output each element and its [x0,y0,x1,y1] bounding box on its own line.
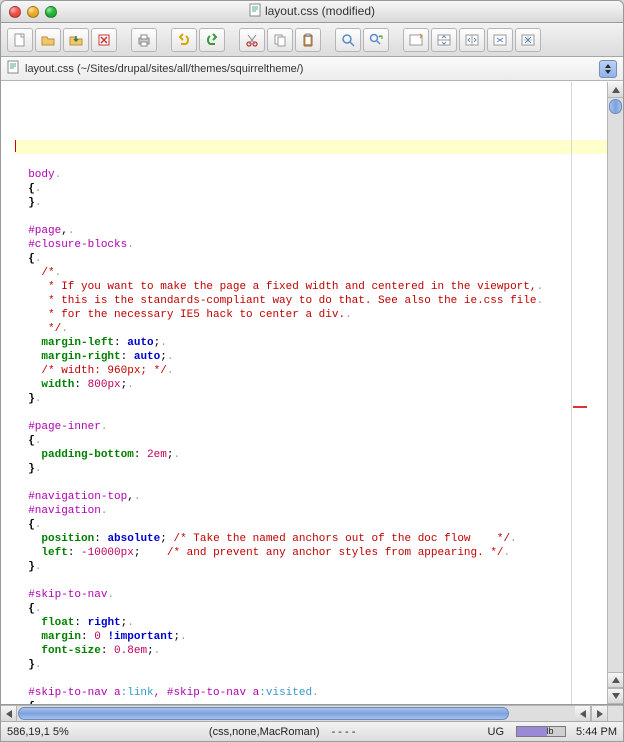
code-line[interactable] [15,476,607,490]
resize-corner[interactable] [607,706,623,721]
new-button[interactable] [7,28,33,52]
code-line[interactable]: * for the necessary IE5 hack to center a… [15,308,607,322]
code-line[interactable]: }. [15,658,607,672]
code-line[interactable]: margin-left: auto;. [15,336,607,350]
code-line[interactable]: float: right;. [15,616,607,630]
code-line[interactable]: }. [15,462,607,476]
status-ug: UG [488,726,505,738]
code-line[interactable]: #closure-blocks. [15,238,607,252]
gutter[interactable] [1,82,13,704]
paste-button[interactable] [295,28,321,52]
vertical-scrollbar[interactable] [607,82,623,704]
buffer-switcher[interactable]: layout.css (~/Sites/drupal/sites/all/the… [1,57,623,81]
buffer-dropdown-icon[interactable] [599,60,617,78]
scroll-right-icon[interactable] [591,706,607,721]
overview-mark [573,406,587,408]
code-line[interactable]: {. [15,518,607,532]
open-button[interactable] [35,28,61,52]
redo-button[interactable] [199,28,225,52]
status-bar: 586,19,1 5% (css,none,MacRoman) - - - - … [1,721,623,741]
code-line[interactable]: }. [15,196,607,210]
code-line[interactable]: #page-inner. [15,420,607,434]
scroll-up-icon[interactable] [608,672,623,688]
code-line[interactable]: {. [15,700,607,704]
scroll-left-icon[interactable] [575,706,591,721]
code-line[interactable]: #skip-to-nav a:link, #skip-to-nav a:visi… [15,686,607,700]
code-line[interactable]: /*. [15,266,607,280]
code-line[interactable] [15,210,607,224]
code-line[interactable] [15,154,607,168]
code-line[interactable]: position: absolute; /* Take the named an… [15,532,607,546]
code-line[interactable] [15,140,607,154]
code-line[interactable] [15,672,607,686]
code-line[interactable]: body. [15,168,607,182]
find-replace-button[interactable] [363,28,389,52]
new-view-button[interactable] [403,28,429,52]
code-line[interactable]: #skip-to-nav. [15,588,607,602]
save-button[interactable] [63,28,89,52]
scroll-up-icon[interactable] [608,82,623,98]
status-position: 586,19,1 5% [7,726,69,738]
zoom-window-icon[interactable] [45,6,57,18]
code-line[interactable]: margin-right: auto;. [15,350,607,364]
buffer-path: layout.css (~/Sites/drupal/sites/all/the… [25,63,595,75]
code-line[interactable]: {. [15,252,607,266]
code-line[interactable]: #navigation-top,. [15,490,607,504]
right-margin-line [571,82,572,704]
print-button[interactable] [131,28,157,52]
code-line[interactable]: {. [15,182,607,196]
minimize-window-icon[interactable] [27,6,39,18]
status-time: 5:44 PM [576,726,617,738]
code-line[interactable]: padding-bottom: 2em;. [15,448,607,462]
status-flags: - - - - [332,726,356,738]
scroll-down-icon[interactable] [608,688,623,704]
document-icon [7,60,19,77]
code-line[interactable] [15,574,607,588]
close-button[interactable] [91,28,117,52]
scroll-thumb-vertical[interactable] [609,99,622,114]
code-line[interactable]: width: 800px;. [15,378,607,392]
code-line[interactable]: #navigation. [15,504,607,518]
undo-button[interactable] [171,28,197,52]
editor-window: layout.css (modified) [0,0,624,742]
cut-button[interactable] [239,28,265,52]
code-line[interactable]: /* width: 960px; */. [15,364,607,378]
copy-button[interactable] [267,28,293,52]
code-line[interactable]: #page,. [15,224,607,238]
document-icon [249,3,261,20]
scroll-track-horizontal[interactable] [17,706,575,721]
scroll-left-icon[interactable] [1,706,17,721]
code-line[interactable]: left: -10000px; /* and prevent any ancho… [15,546,607,560]
code-line[interactable]: * this is the standards-compliant way to… [15,294,607,308]
unsplit-all-button[interactable] [515,28,541,52]
code-editor[interactable]: body. {. }. #page,. #closure-blocks. {. … [13,82,607,704]
code-line[interactable]: {. [15,602,607,616]
page-title: layout.css (modified) [1,3,623,20]
horizontal-scrollbar[interactable] [1,705,623,721]
status-encoding: (css,none,MacRoman) [209,726,320,738]
titlebar[interactable]: layout.css (modified) [1,1,623,23]
code-line[interactable] [15,406,607,420]
code-line[interactable]: }. [15,392,607,406]
code-line[interactable]: margin: 0 !important;. [15,630,607,644]
memory-indicator: 6/8Mb [514,726,566,737]
code-line[interactable]: * If you want to make the page a fixed w… [15,280,607,294]
unsplit-button[interactable] [487,28,513,52]
traffic-lights [9,6,57,18]
close-window-icon[interactable] [9,6,21,18]
toolbar [1,23,623,57]
find-button[interactable] [335,28,361,52]
editor-area: body. {. }. #page,. #closure-blocks. {. … [1,81,623,705]
split-vert-button[interactable] [459,28,485,52]
code-line[interactable]: {. [15,434,607,448]
code-line[interactable]: */. [15,322,607,336]
split-horiz-button[interactable] [431,28,457,52]
code-line[interactable]: }. [15,560,607,574]
scroll-thumb-horizontal[interactable] [18,707,509,720]
code-line[interactable]: font-size: 0.8em;. [15,644,607,658]
